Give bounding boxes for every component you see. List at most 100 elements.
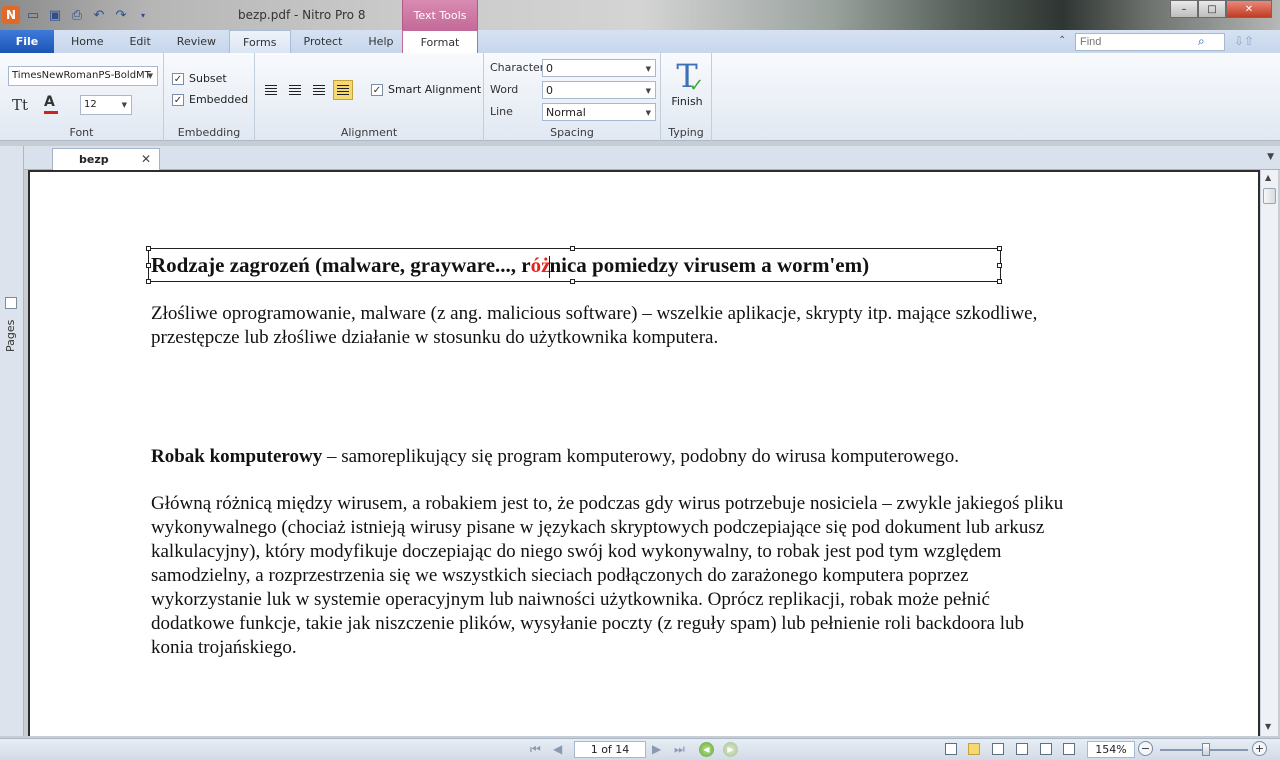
resize-handle[interactable]	[146, 279, 151, 284]
single-page-view-icon[interactable]	[945, 743, 957, 755]
chevron-down-icon: ▼	[121, 101, 127, 109]
print-icon[interactable]: ⎙	[68, 6, 86, 24]
checkbox-checked-icon: ✓	[172, 93, 184, 106]
character-spacing-value: 0	[546, 62, 553, 75]
resize-handle[interactable]	[997, 246, 1002, 251]
font-name-dropdown[interactable]: TimesNewRomanPS-BoldMT ▼	[8, 66, 158, 86]
window-title: bezp.pdf - Nitro Pro 8	[238, 8, 366, 22]
zoom-level-field[interactable]: 154%	[1087, 741, 1135, 758]
font-group: TimesNewRomanPS-BoldMT ▼ Tt A 12 ▼ Font	[0, 53, 164, 141]
open-icon[interactable]: ▭	[24, 6, 42, 24]
find-navigation-icon[interactable]: ⇩⇧	[1234, 34, 1254, 48]
window-controls: – □ ✕	[1170, 0, 1272, 18]
tab-list-dropdown-icon[interactable]: ▼	[1267, 152, 1274, 162]
paragraph-3[interactable]: Główną różnicą między wirusem, a robakie…	[151, 492, 1063, 660]
go-back-icon[interactable]: ◀	[699, 742, 714, 757]
checkbox-checked-icon: ✓	[172, 72, 184, 85]
paragraph-1[interactable]: Złośliwe oprogramowanie, malware (z ang.…	[151, 302, 1037, 350]
tab-help[interactable]: Help	[355, 30, 406, 53]
document-tab[interactable]: bezp ✕	[52, 148, 160, 170]
font-name-value: TimesNewRomanPS-BoldMT	[12, 70, 151, 81]
scrollbar-thumb[interactable]	[1263, 188, 1276, 204]
page-number-field[interactable]: 1 of 14	[574, 741, 646, 758]
character-label: Character	[490, 61, 545, 74]
maximize-button[interactable]: □	[1198, 0, 1226, 18]
redo-icon[interactable]: ↷	[112, 6, 130, 24]
tab-protect[interactable]: Protect	[291, 30, 356, 53]
ribbon-tabs: Home Edit Review Forms Protect Help Form…	[58, 30, 478, 54]
paragraph-2[interactable]: Robak komputerowy – samoreplikujący się …	[151, 445, 959, 469]
checkbox-checked-icon: ✓	[371, 83, 383, 96]
facing-view-icon[interactable]	[992, 743, 1004, 755]
customize-qat-icon[interactable]: ▾	[134, 6, 152, 24]
font-size-value: 12	[84, 99, 97, 110]
chevron-down-icon: ▼	[147, 72, 153, 80]
close-tab-icon[interactable]: ✕	[141, 152, 151, 166]
font-group-label: Font	[69, 126, 94, 139]
vertical-scrollbar[interactable]: ▲ ▼	[1260, 170, 1278, 736]
text-style-icon[interactable]: Tt	[12, 96, 28, 114]
heading-text-before: Rodzaje zagrozeń (malware, grayware..., …	[151, 253, 531, 277]
tab-review[interactable]: Review	[164, 30, 229, 53]
paragraph-line: przestępcze lub złośliwe działanie w sto…	[151, 327, 719, 348]
search-icon[interactable]: ⌕	[1198, 34, 1205, 49]
tab-format[interactable]: Format	[402, 30, 478, 54]
fit-page-icon[interactable]	[1063, 743, 1075, 755]
resize-handle[interactable]	[997, 279, 1002, 284]
zoom-slider-thumb[interactable]	[1202, 743, 1210, 756]
tab-home[interactable]: Home	[58, 30, 116, 53]
last-page-icon[interactable]: ⏭	[674, 742, 685, 757]
zoom-in-button[interactable]: +	[1252, 741, 1267, 756]
smart-alignment-label: Smart Alignment	[388, 83, 482, 96]
align-left-button[interactable]	[261, 80, 281, 100]
pages-panel-icon[interactable]	[5, 297, 17, 309]
align-center-button[interactable]	[285, 80, 305, 100]
finish-button-label[interactable]: Finish	[664, 95, 710, 108]
tab-edit[interactable]: Edit	[116, 30, 163, 53]
continuous-view-icon[interactable]	[968, 743, 980, 755]
minimize-ribbon-icon[interactable]: ⌃	[1058, 35, 1066, 46]
subset-checkbox[interactable]: ✓ Subset	[172, 72, 227, 85]
chevron-down-icon: ▼	[645, 109, 651, 117]
paragraph-line: konia trojańskiego.	[151, 637, 297, 658]
align-left-icon	[265, 84, 277, 96]
resize-handle[interactable]	[570, 279, 575, 284]
go-forward-icon[interactable]: ▶	[723, 742, 738, 757]
document-tab-bar: bezp ✕ ▼	[24, 146, 1280, 170]
document-heading[interactable]: Rodzaje zagrozeń (malware, grayware..., …	[151, 253, 869, 279]
paragraph-line: Złośliwe oprogramowanie, malware (z ang.…	[151, 303, 1038, 324]
paragraph-line: dodatkowe funkcje, takie jak niszczenie …	[151, 613, 1025, 634]
smart-alignment-checkbox[interactable]: ✓ Smart Alignment	[371, 83, 481, 96]
resize-handle[interactable]	[997, 263, 1002, 268]
chevron-down-icon: ▼	[645, 65, 651, 73]
save-icon[interactable]: ▣	[46, 6, 64, 24]
close-button[interactable]: ✕	[1226, 0, 1272, 18]
fit-width-icon[interactable]	[1040, 743, 1052, 755]
quick-access-toolbar: N ▭ ▣ ⎙ ↶ ↷ ▾	[0, 5, 152, 25]
scroll-up-icon[interactable]: ▲	[1265, 173, 1271, 182]
font-color-icon[interactable]: A	[44, 94, 55, 110]
zoom-out-button[interactable]: −	[1138, 741, 1153, 756]
file-tab[interactable]: File	[0, 30, 54, 53]
next-page-icon[interactable]: ▶	[652, 742, 661, 756]
character-spacing-dropdown[interactable]: 0 ▼	[542, 59, 656, 77]
tab-forms[interactable]: Forms	[229, 30, 291, 53]
pages-panel-tab[interactable]: Pages	[4, 320, 17, 352]
title-bar: N ▭ ▣ ⎙ ↶ ↷ ▾ bezp.pdf - Nitro Pro 8 Tex…	[0, 0, 1280, 30]
font-size-dropdown[interactable]: 12 ▼	[80, 95, 132, 115]
word-spacing-dropdown[interactable]: 0 ▼	[542, 81, 656, 99]
align-right-button[interactable]	[309, 80, 329, 100]
undo-icon[interactable]: ↶	[90, 6, 108, 24]
align-justify-button[interactable]	[333, 80, 353, 100]
facing-continuous-view-icon[interactable]	[1016, 743, 1028, 755]
minimize-button[interactable]: –	[1170, 0, 1198, 18]
line-spacing-dropdown[interactable]: Normal ▼	[542, 103, 656, 121]
resize-handle[interactable]	[570, 246, 575, 251]
first-page-icon[interactable]: ⏮	[530, 742, 541, 757]
resize-handle[interactable]	[146, 246, 151, 251]
line-spacing-value: Normal	[546, 106, 586, 119]
nitro-app-icon[interactable]: N	[2, 6, 20, 24]
scroll-down-icon[interactable]: ▼	[1265, 722, 1271, 731]
previous-page-icon[interactable]: ◀	[553, 742, 562, 756]
embedded-checkbox[interactable]: ✓ Embedded	[172, 93, 248, 106]
